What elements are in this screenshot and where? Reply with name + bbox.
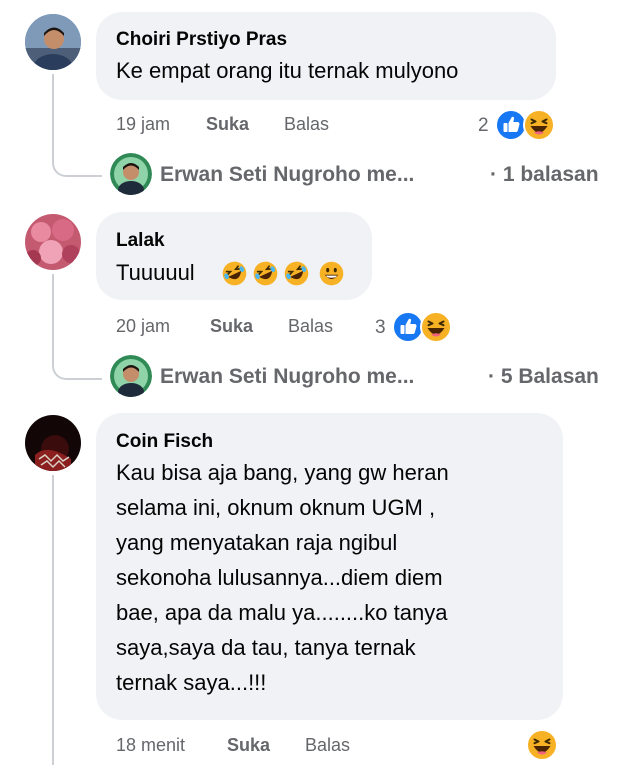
comment-text-line: selama ini, oknum oknum UGM ,: [116, 495, 436, 520]
comment-text-line: yang menyatakan raja ngibul: [116, 530, 398, 555]
rofl-emoji: [252, 260, 279, 287]
replies-count[interactable]: · 1 balasan: [490, 163, 599, 187]
reply-button[interactable]: Balas: [288, 316, 333, 337]
comment-text-line: bae, apa da malu ya........ko tanya: [116, 600, 448, 625]
comment-author[interactable]: Lalak: [116, 230, 165, 252]
comment-text: Tuuuuul: [116, 260, 195, 285]
comment-author[interactable]: Choiri Prstiyo Pras: [116, 29, 287, 51]
avatar[interactable]: [25, 214, 81, 270]
reply-button[interactable]: Balas: [284, 114, 329, 135]
comment-time[interactable]: 18 menit: [116, 735, 185, 756]
haha-icon[interactable]: [420, 311, 452, 343]
avatar[interactable]: [25, 14, 81, 70]
comment-text-line: saya,saya da tau, tanya ternak: [116, 635, 416, 660]
reaction-count[interactable]: 2: [478, 115, 489, 137]
comment-text: Ke empat orang itu ternak mulyono: [116, 58, 459, 83]
haha-icon[interactable]: [526, 729, 558, 761]
thread-line: [52, 475, 54, 765]
grin-emoji: [318, 260, 345, 287]
like-button[interactable]: Suka: [227, 735, 270, 756]
comment-text-line: ternak saya...!!!: [116, 670, 267, 695]
replies-count[interactable]: · 5 Balasan: [488, 365, 599, 389]
comment-time[interactable]: 19 jam: [116, 114, 170, 135]
comment-text-line: Kau bisa aja bang, yang gw heran: [116, 460, 449, 485]
comment-text-line: sekonoha lulusannya...diem diem: [116, 565, 443, 590]
thread-connector: [52, 145, 102, 177]
comment-author[interactable]: Coin Fisch: [116, 431, 213, 453]
rofl-emoji: [283, 260, 310, 287]
thread-connector: [52, 348, 102, 380]
avatar: [110, 355, 152, 397]
reaction-count[interactable]: 3: [375, 317, 386, 339]
like-button[interactable]: Suka: [210, 316, 253, 337]
haha-icon[interactable]: [523, 109, 555, 141]
avatar[interactable]: [25, 415, 81, 471]
reply-button[interactable]: Balas: [305, 735, 350, 756]
replies-author[interactable]: Erwan Seti Nugroho me...: [160, 365, 414, 389]
avatar: [110, 153, 152, 195]
replies-author[interactable]: Erwan Seti Nugroho me...: [160, 163, 414, 187]
rofl-emoji: [221, 260, 248, 287]
comment-time[interactable]: 20 jam: [116, 316, 170, 337]
like-button[interactable]: Suka: [206, 114, 249, 135]
